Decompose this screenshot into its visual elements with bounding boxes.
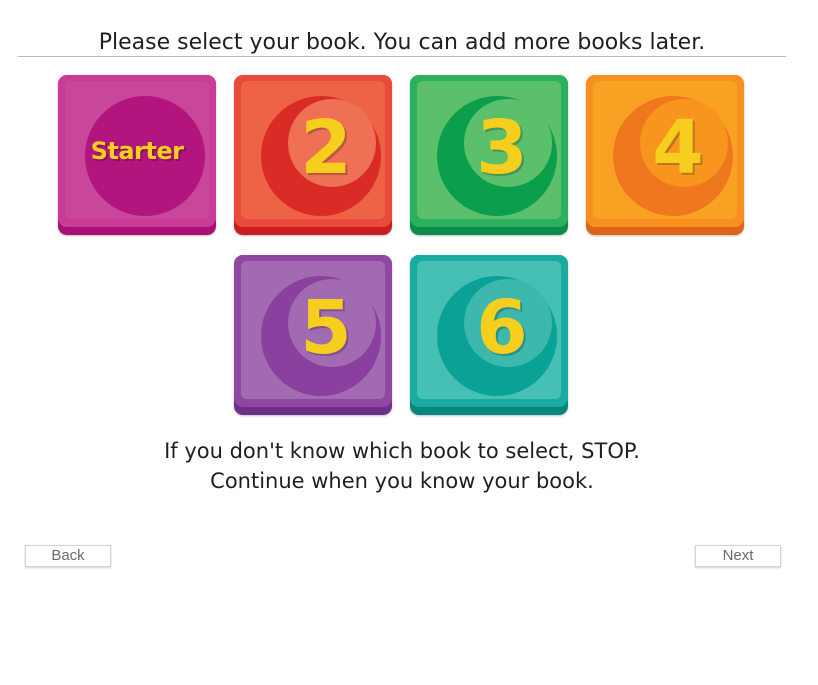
book-tile-5[interactable]: 5 (234, 255, 392, 415)
instruction-line-2: Continue when you know your book. (210, 469, 594, 493)
book-tile-6[interactable]: 6 (410, 255, 568, 415)
book-tile-3[interactable]: 3 (410, 75, 568, 235)
title-divider (18, 56, 786, 57)
instruction-line-1: If you don't know which book to select, … (164, 439, 640, 463)
book-tile-label: 5 (300, 285, 352, 371)
back-button[interactable]: Back (25, 545, 111, 567)
book-tile-label: 3 (476, 105, 528, 191)
book-tile-label: 2 (300, 105, 352, 191)
book-tile-label: 4 (652, 105, 704, 191)
page-title: Please select your book. You can add mor… (98, 30, 706, 55)
book-tile-label: Starter (90, 137, 184, 165)
book-tile-4[interactable]: 4 (586, 75, 744, 235)
book-tile-starter[interactable]: Starter (58, 75, 216, 235)
next-button[interactable]: Next (695, 545, 781, 567)
book-tile-label: 6 (476, 285, 528, 371)
book-tile-2[interactable]: 2 (234, 75, 392, 235)
